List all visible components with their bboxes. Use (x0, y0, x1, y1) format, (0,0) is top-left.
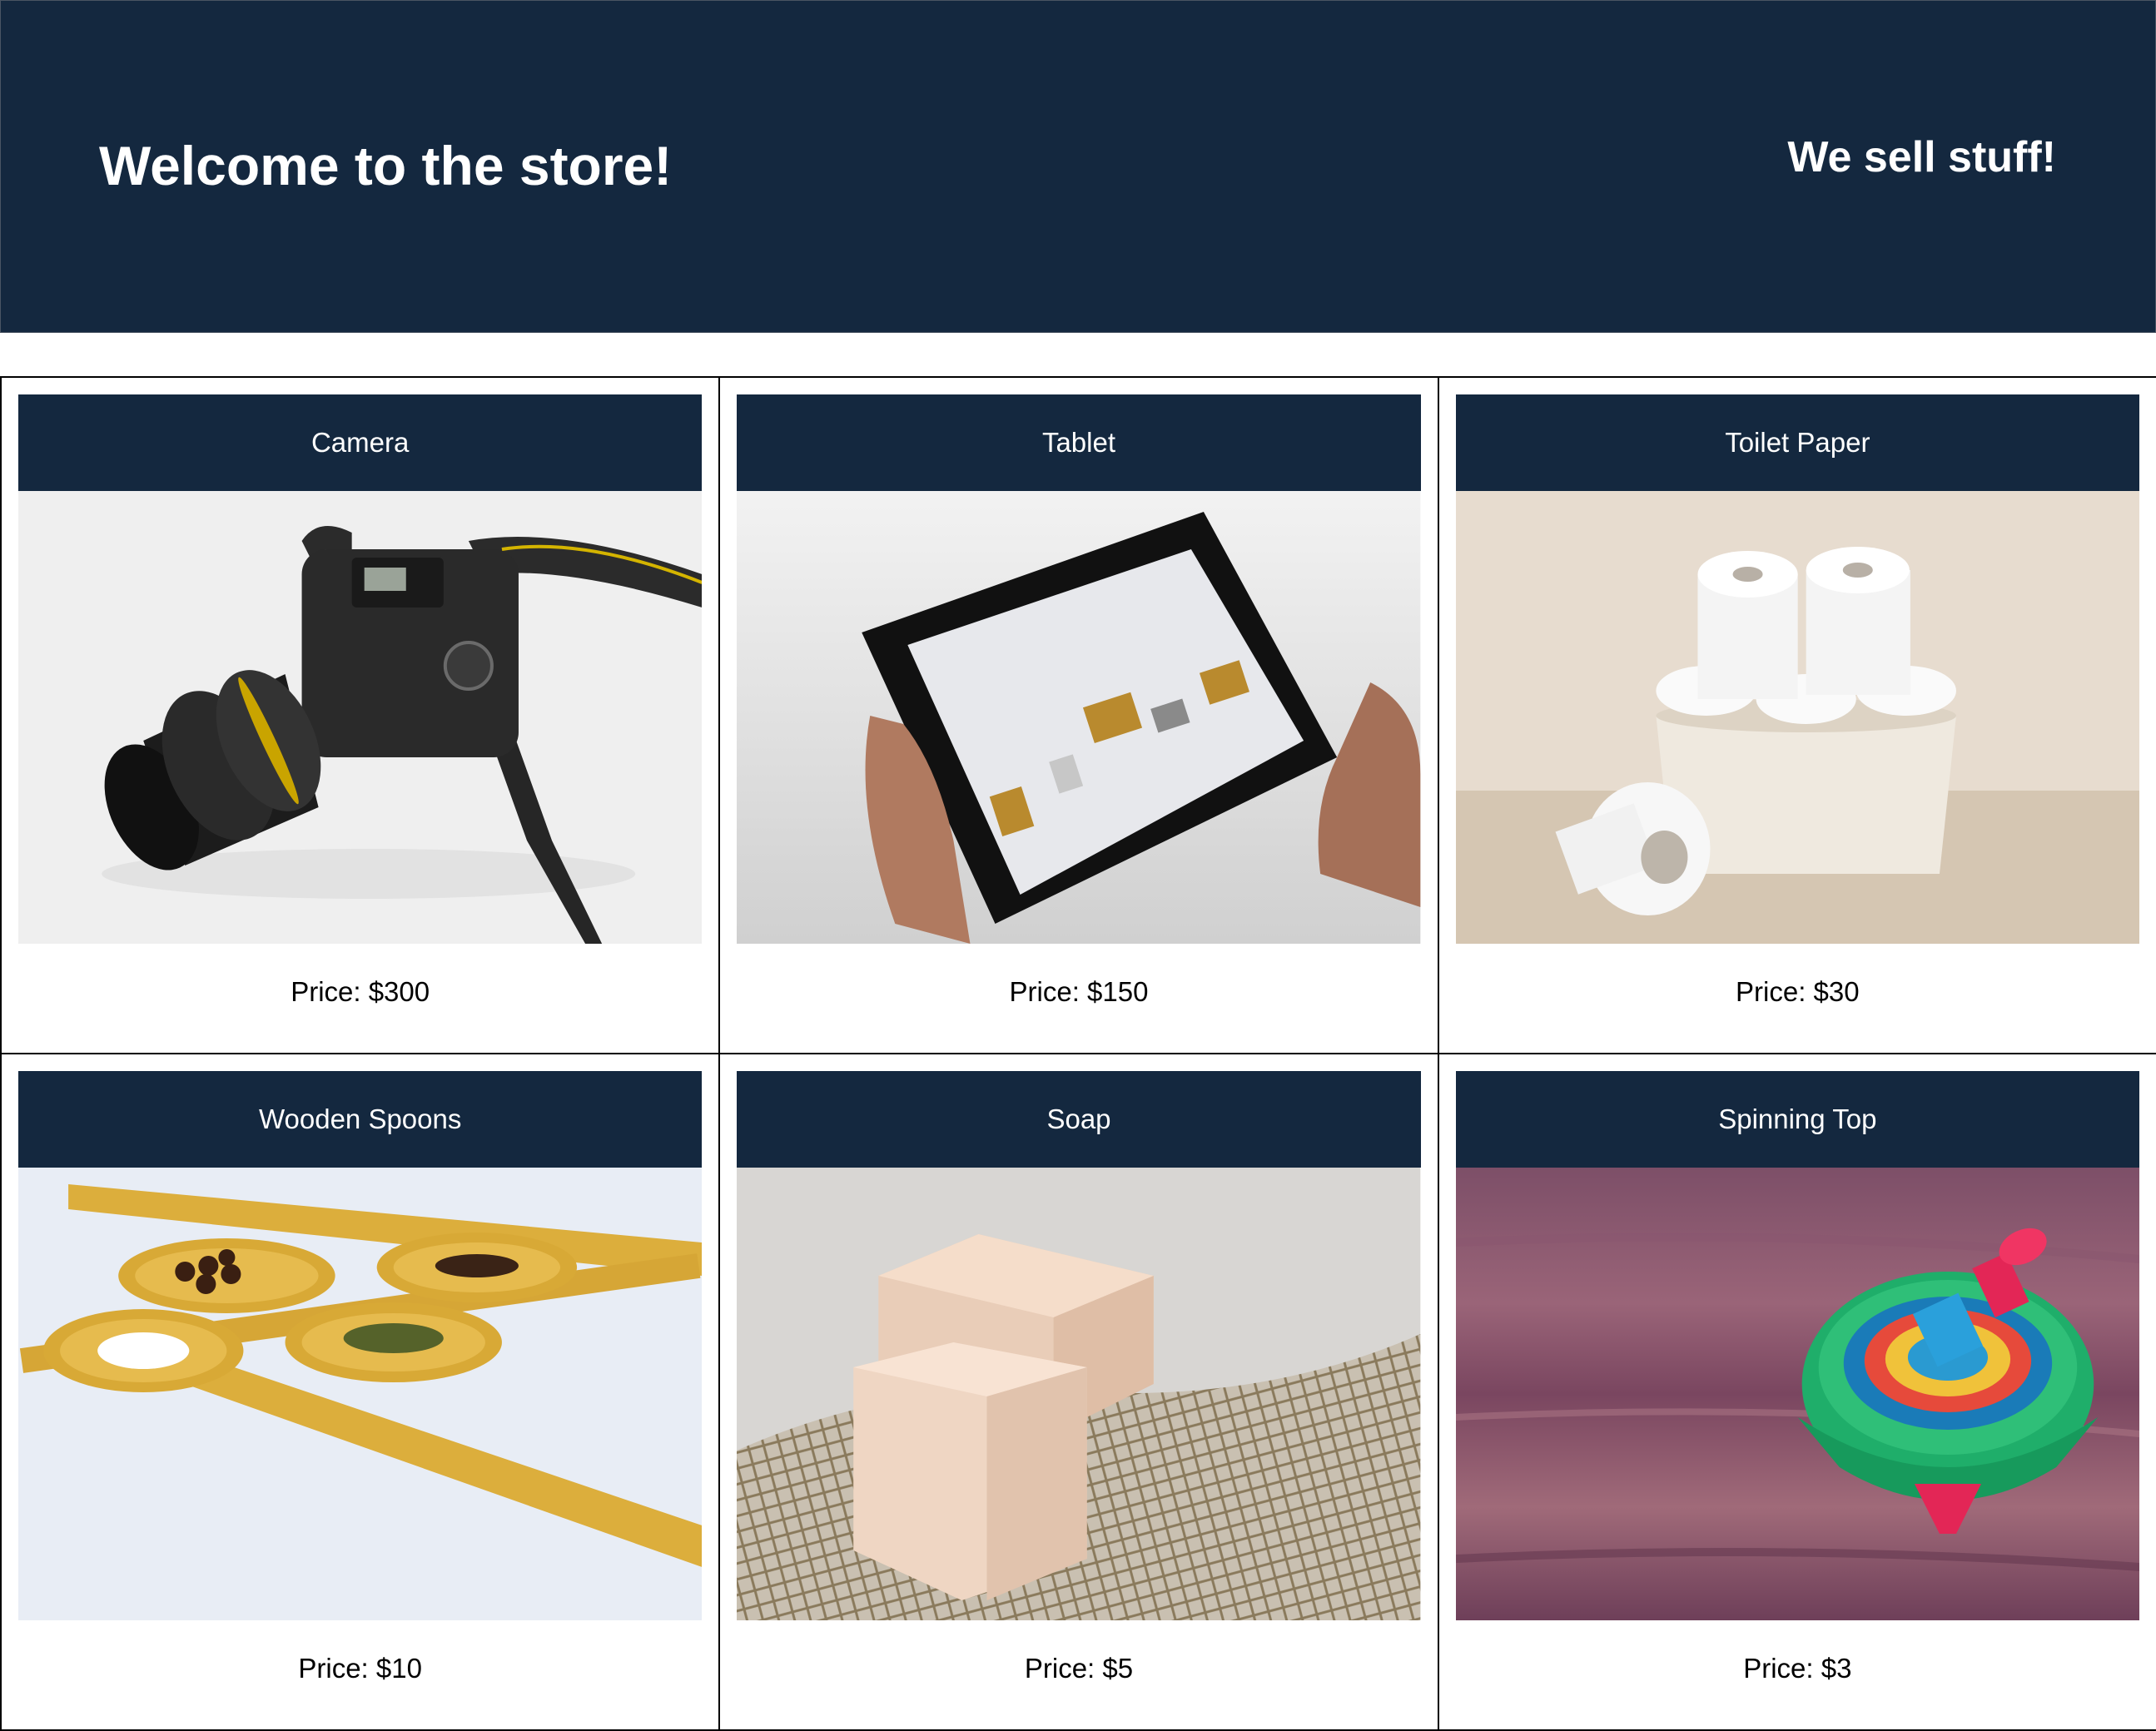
product-name: Spinning Top (1455, 1071, 2139, 1168)
product-name: Soap (737, 1071, 1421, 1168)
product-name: Wooden Spoons (18, 1071, 703, 1168)
product-card-spinning-top[interactable]: Spinning Top Price: $3 (1437, 1053, 2156, 1731)
product-name: Camera (18, 394, 703, 491)
product-card-tablet[interactable]: Tablet Price: $150 (718, 376, 1439, 1054)
page-title: Welcome to the store! (99, 135, 673, 196)
product-price: Price: $10 (298, 1653, 422, 1684)
store-tagline: We sell stuff! (1787, 133, 2056, 181)
product-name: Tablet (737, 394, 1421, 491)
spinning-top-photo (1455, 1168, 2139, 1620)
product-name: Toilet Paper (1455, 394, 2139, 491)
product-card-soap[interactable]: Soap Price: $5 (718, 1053, 1439, 1731)
toilet-paper-photo (1455, 491, 2139, 944)
product-price: Price: $150 (1009, 976, 1149, 1007)
soap-photo (737, 1168, 1421, 1620)
product-card-wooden-spoons[interactable]: Wooden Spoons Price: $10 (0, 1053, 721, 1731)
wooden-spoons-photo (18, 1168, 703, 1620)
product-price: Price: $3 (1743, 1653, 1852, 1684)
camera-photo (18, 491, 703, 944)
product-price: Price: $300 (291, 976, 430, 1007)
product-price: Price: $5 (1024, 1653, 1134, 1684)
product-price: Price: $30 (1736, 976, 1860, 1007)
product-grid: Camera Price: $300 Tablet Price: $150 To… (0, 376, 2156, 1731)
product-card-toilet-paper[interactable]: Toilet Paper Price: $30 (1437, 376, 2156, 1054)
tablet-photo (737, 491, 1421, 944)
store-header: Welcome to the store! We sell stuff! (0, 0, 2156, 333)
product-card-camera[interactable]: Camera Price: $300 (0, 376, 721, 1054)
